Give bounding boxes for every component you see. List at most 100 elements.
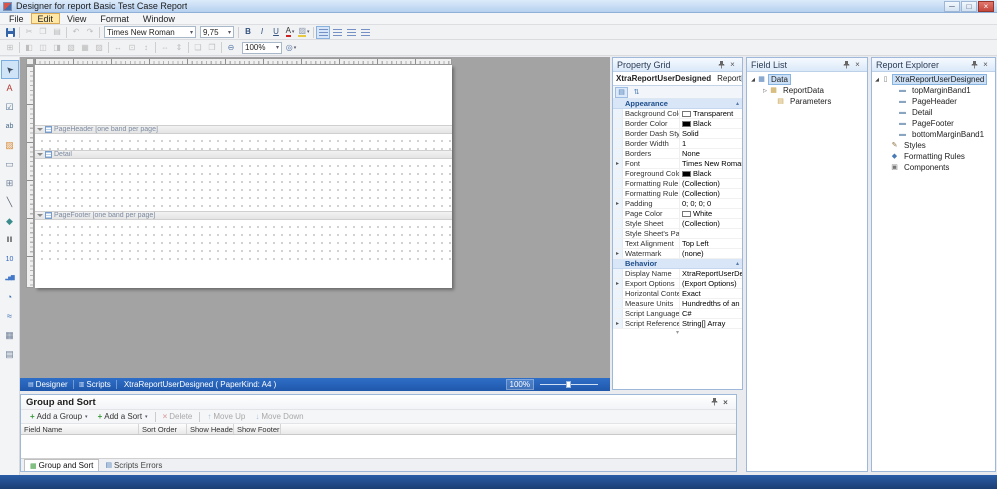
align-justify-button[interactable]: ▾ <box>358 26 372 39</box>
close-icon[interactable]: × <box>720 397 731 408</box>
horizontal-spacing-icon[interactable]: ⇔ <box>158 41 172 54</box>
prop-border-dash-style[interactable]: Border Dash Style Solid <box>613 129 742 139</box>
tab-scripts[interactable]: ▥Scripts <box>75 378 115 391</box>
close-icon[interactable]: × <box>980 59 991 70</box>
maximize-button[interactable]: □ <box>961 1 977 12</box>
align-rights-icon[interactable]: ◨ <box>50 41 64 54</box>
panel-tool[interactable]: ▭ <box>1 155 19 174</box>
prop-padding[interactable]: ▸ Padding 0; 0; 0; 0 <box>613 199 742 209</box>
zoom-slider-thumb[interactable] <box>566 381 571 388</box>
font-size-select[interactable]: 9,75 ▾ <box>200 26 234 38</box>
bring-to-front-icon[interactable]: ❏ <box>191 41 205 54</box>
tab-scripts-errors[interactable]: ▤ Scripts Errors <box>100 459 167 471</box>
report-page[interactable]: PageHeader [one band per page] Detail Pa… <box>35 65 452 288</box>
tree-item-pagefooter[interactable]: ▬ PageFooter <box>872 118 995 129</box>
font-name-select[interactable]: Times New Roman ▾ <box>104 26 196 38</box>
align-middles-icon[interactable]: ▦ <box>78 41 92 54</box>
richtext-tool[interactable]: ab <box>1 117 19 136</box>
sparkline-tool[interactable]: ≈ <box>1 307 19 326</box>
prop-export-options[interactable]: ▸ Export Options (Export Options) <box>613 279 742 289</box>
barcode-tool[interactable]: ‖‖ <box>1 231 19 250</box>
alphabetical-button[interactable]: ⇅ <box>630 87 643 98</box>
prop-borders[interactable]: Borders None <box>613 149 742 159</box>
align-tops-icon[interactable]: ▧ <box>64 41 78 54</box>
prop-horizontal-content-splitting[interactable]: Horizontal Content Splitting Exact <box>613 289 742 299</box>
menu-format[interactable]: Format <box>93 13 136 24</box>
table-tool[interactable]: ⊞ <box>1 174 19 193</box>
pointer-tool[interactable]: ➤ <box>1 60 19 79</box>
align-center-button[interactable]: ▾ <box>330 26 344 39</box>
tree-item-pageheader[interactable]: ▬ PageHeader <box>872 96 995 107</box>
prop-border-width[interactable]: Border Width 1 <box>613 139 742 149</box>
italic-button[interactable]: I▾ <box>255 26 269 39</box>
tree-item-formatting-rules[interactable]: ◆ Formatting Rules <box>872 151 995 162</box>
tree-item-report[interactable]: ◢ ▯ XtraReportUserDesigned <box>872 74 995 85</box>
align-left-button[interactable]: ▾ <box>316 26 330 39</box>
prop-formatting-rule-sheet[interactable]: Formatting Rule Sheet (Collection) <box>613 189 742 199</box>
prop-font[interactable]: ▸ Font Times New Roman;... <box>613 159 742 169</box>
band-header-pageheader[interactable]: PageHeader [one band per page] <box>35 125 452 134</box>
pin-icon[interactable] <box>841 59 852 70</box>
close-icon[interactable]: × <box>852 59 863 70</box>
close-button[interactable]: × <box>978 1 994 12</box>
tree-item-topmarginband1[interactable]: ▬ topMarginBand1 <box>872 85 995 96</box>
tree-item-detail[interactable]: ▬ Detail <box>872 107 995 118</box>
tree-expander-icon[interactable]: ◢ <box>873 77 881 83</box>
prop-foreground-color[interactable]: Foreground Color Black <box>613 169 742 179</box>
prop-background-color[interactable]: Background Color Transparent <box>613 109 742 119</box>
pin-icon[interactable] <box>709 397 720 408</box>
same-width-icon[interactable]: ↔ <box>111 41 125 54</box>
band-content-detail[interactable] <box>35 159 452 211</box>
tree-item-reportdata[interactable]: ▷ ▦ ReportData <box>747 85 867 96</box>
label-tool[interactable]: A <box>1 79 19 98</box>
report-tab-label[interactable]: XtraReportUserDesigned ( PaperKind: A4 ) <box>118 380 283 389</box>
zoom-slider[interactable] <box>540 384 598 385</box>
add-sort-button[interactable]: + Add a Sort ▾ <box>93 410 153 423</box>
minimize-button[interactable]: ─ <box>944 1 960 12</box>
tree-item-styles[interactable]: ✎ Styles <box>872 140 995 151</box>
same-height-icon[interactable]: ↕ <box>139 41 153 54</box>
tree-expander-icon[interactable]: ◢ <box>749 77 757 83</box>
category-behavior[interactable]: Behavior ▴ <box>613 259 742 269</box>
underline-button[interactable]: U▾ <box>269 26 283 39</box>
line-tool[interactable]: ╲ <box>1 193 19 212</box>
column-header[interactable]: Show Footer <box>234 424 281 434</box>
align-right-button[interactable]: ▾ <box>344 26 358 39</box>
close-icon[interactable]: × <box>727 59 738 70</box>
category-appearance[interactable]: Appearance ▴ <box>613 99 742 109</box>
menu-file[interactable]: File <box>2 13 31 24</box>
pin-icon[interactable] <box>969 59 980 70</box>
prop-text-alignment[interactable]: Text Alignment Top Left <box>613 239 742 249</box>
checkbox-tool[interactable]: ☑ <box>1 98 19 117</box>
tree-item-components[interactable]: ▣ Components <box>872 162 995 173</box>
prop-style-sheet[interactable]: Style Sheet (Collection) <box>613 219 742 229</box>
prop-style-sheet-path[interactable]: Style Sheet's Path <box>613 229 742 239</box>
chart-tool[interactable]: ▂▅▇ <box>1 269 19 288</box>
band-content-pagefooter[interactable] <box>35 220 452 260</box>
prop-display-name[interactable]: Display Name XtraReportUserDe... <box>613 269 742 279</box>
column-header[interactable]: Sort Order <box>139 424 187 434</box>
tab-group-and-sort[interactable]: ▦ Group and Sort <box>24 459 99 471</box>
menu-view[interactable]: View <box>60 13 93 24</box>
send-to-back-icon[interactable]: ❐ <box>205 41 219 54</box>
prop-page-color[interactable]: Page Color White <box>613 209 742 219</box>
object-selector[interactable]: XtraReportUserDesigned Report ▾ <box>613 72 742 86</box>
fill-color-button[interactable]: ▨▾ <box>297 26 311 39</box>
prop-formatting-rule-links[interactable]: Formatting Rule Links (Collection) <box>613 179 742 189</box>
prop-script-references[interactable]: ▸ Script References String[] Array <box>613 319 742 329</box>
group-sort-empty-list[interactable] <box>21 435 736 460</box>
tab-designer[interactable]: ▤Designer <box>24 378 72 391</box>
tree-item-parameters[interactable]: ▤ Parameters <box>747 96 867 107</box>
align-bottoms-icon[interactable]: ▨ <box>92 41 106 54</box>
tree-item-bottommarginband1[interactable]: ▬ bottomMarginBand1 <box>872 129 995 140</box>
paste-icon[interactable]: ▤ <box>50 26 64 39</box>
bold-button[interactable]: B▾ <box>241 26 255 39</box>
undo-icon[interactable]: ↶ <box>69 26 83 39</box>
zoom-in-button[interactable]: ◎▾ <box>284 41 298 54</box>
design-surface[interactable]: PageHeader [one band per page] Detail Pa… <box>20 57 610 378</box>
delete-button[interactable]: × Delete ▾ <box>158 410 198 423</box>
vertical-spacing-icon[interactable]: ⇕ <box>172 41 186 54</box>
move-down-button[interactable]: ↓ Move Down ▾ <box>250 410 308 423</box>
zoom-select[interactable]: 100% ▾ <box>242 42 282 54</box>
align-centers-icon[interactable]: ◫ <box>36 41 50 54</box>
